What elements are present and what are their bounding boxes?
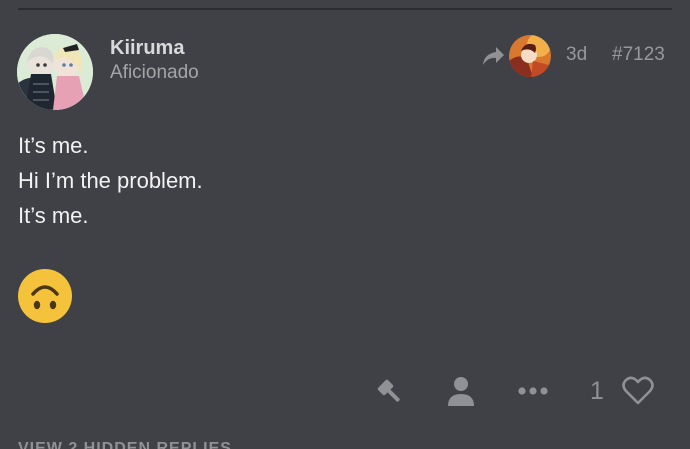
reply-avatar-illustration (509, 35, 551, 77)
top-divider (18, 8, 672, 10)
reply-arrow-svg (483, 47, 504, 65)
user-button[interactable] (442, 372, 480, 410)
post-date[interactable]: 3d (566, 44, 587, 66)
post-page: Kiiruma Aficionado 3d #7123 It’s me. Hi … (0, 0, 690, 449)
post-number[interactable]: #7123 (612, 44, 665, 66)
emoji-svg (18, 269, 72, 323)
user-icon (448, 377, 474, 406)
avatar-illustration (17, 34, 93, 110)
upside-down-face-emoji (17, 268, 73, 324)
moderate-button[interactable] (370, 372, 408, 410)
view-hidden-replies-link[interactable]: VIEW 2 HIDDEN REPLIES (18, 440, 232, 449)
more-button[interactable] (514, 372, 552, 410)
heart-icon (622, 376, 654, 405)
post-line: It’s me. (18, 133, 89, 158)
like-button[interactable] (620, 372, 656, 410)
ellipsis-icon (518, 387, 548, 395)
user-avatar[interactable] (17, 34, 93, 110)
post-line: Hi I’m the problem. (18, 168, 203, 193)
post-body: It’s me. Hi I’m the problem. It’s me. (18, 128, 658, 233)
gavel-icon (377, 379, 400, 402)
reply-to-avatar[interactable] (509, 35, 551, 77)
post-line: It’s me. (18, 203, 89, 228)
username[interactable]: Kiiruma (110, 37, 184, 60)
reply-arrow-icon[interactable] (480, 44, 506, 68)
user-title: Aficionado (110, 62, 199, 83)
like-count[interactable]: 1 (590, 377, 604, 406)
